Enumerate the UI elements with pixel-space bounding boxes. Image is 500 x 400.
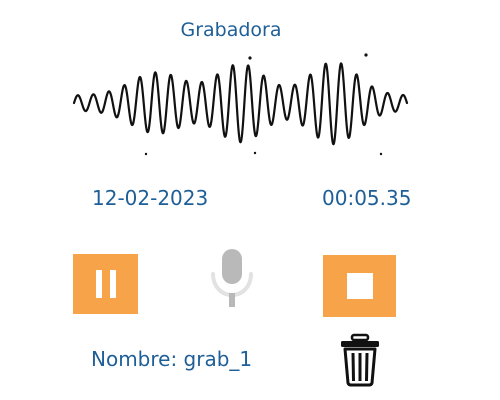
recording-timer: 00:05.35: [322, 186, 412, 210]
waveform-graphic: [72, 53, 409, 156]
trash-icon[interactable]: [338, 333, 382, 387]
pause-button[interactable]: [73, 254, 138, 314]
stop-icon: [346, 273, 373, 299]
recording-name: Nombre: grab_1: [91, 347, 253, 371]
pause-icon: [95, 270, 102, 298]
recording-date: 12-02-2023: [92, 186, 209, 210]
app-title: Grabadora: [180, 19, 282, 41]
microphone-icon[interactable]: [207, 246, 257, 310]
recorder-app: Grabadora 12-02-2023 00:05.35 Nombre: gr…: [0, 0, 500, 400]
stop-button[interactable]: [323, 255, 396, 317]
